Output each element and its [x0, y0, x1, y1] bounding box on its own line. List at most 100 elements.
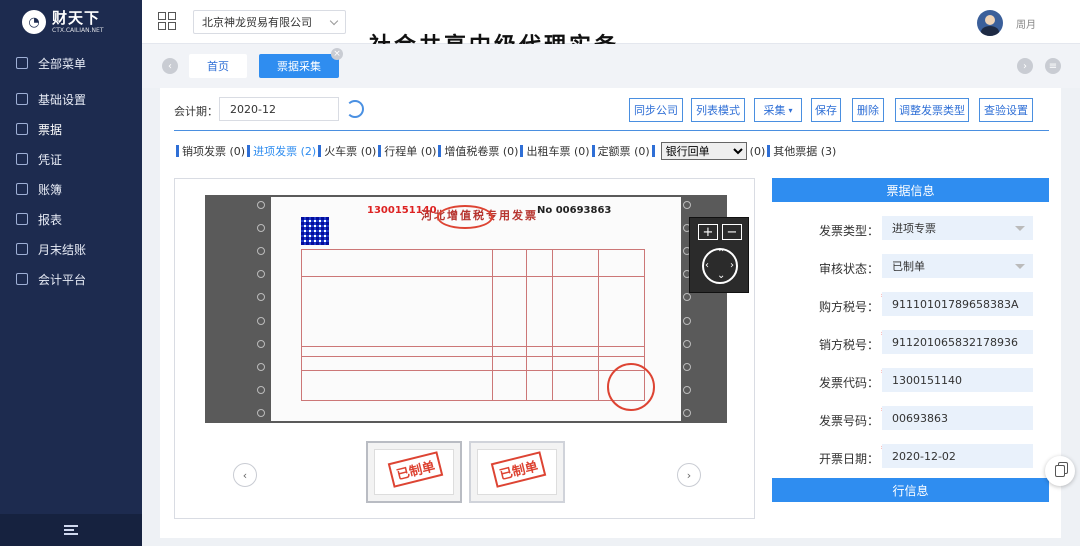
list-mode-button[interactable]: 列表模式: [691, 98, 745, 122]
issue-date-input[interactable]: 2020-12-02: [882, 444, 1033, 468]
type-count: (2): [300, 144, 317, 158]
sidebar-item-label: 月末结账: [38, 242, 87, 257]
invoice-number: No 00693863: [537, 205, 612, 216]
thumbnail-2[interactable]: 已制单: [469, 441, 565, 503]
field-label: 开票日期：*: [819, 444, 886, 467]
bill-info-panel: 票据信息 发票类型： 进项专票 审核状态： 已制单 购方税号：* 9111010…: [772, 178, 1049, 502]
sidebar-item-voucher[interactable]: 凭证: [0, 144, 142, 174]
tabs-scroll-right-button[interactable]: ›: [1017, 58, 1033, 74]
type-count: (0): [229, 144, 246, 158]
invoice-code-input[interactable]: 1300151140: [882, 368, 1033, 392]
sidebar-item-all-menu[interactable]: 全部菜单: [0, 48, 142, 78]
sidebar: ◔ 财天下 CTX.CAILIAN.NET 全部菜单 基础设置 票据 凭证 账簿…: [0, 0, 142, 546]
menu-collapse-icon: [64, 525, 78, 535]
bill-image-viewer: 1300151140 河北增值税专用发票 No 00693863 + − ⌃ ‹…: [174, 178, 755, 519]
audit-status-select[interactable]: 已制单: [882, 254, 1033, 278]
zoom-controls: + − ⌃ ‹ › ⌄: [689, 217, 749, 293]
bill-icon: [16, 123, 28, 135]
qr-code: [301, 217, 329, 245]
field-invoice-type: 发票类型： 进项专票: [772, 216, 1049, 242]
type-train-ticket[interactable]: 火车票: [324, 143, 357, 159]
close-tab-icon[interactable]: ×: [331, 48, 343, 60]
logo: ◔ 财天下 CTX.CAILIAN.NET: [0, 0, 142, 44]
refresh-icon[interactable]: [346, 100, 364, 118]
brand-sub: CTX.CAILIAN.NET: [52, 26, 104, 34]
type-taxi-ticket[interactable]: 出租车票: [526, 143, 570, 159]
delete-button[interactable]: 删除: [852, 98, 884, 122]
collect-label: 采集: [763, 104, 786, 117]
dropdown-icon: [1015, 264, 1025, 269]
app-grid-icon[interactable]: [158, 12, 176, 30]
tab-bill-collection[interactable]: 票据采集: [259, 54, 339, 78]
settings-icon: [16, 93, 28, 105]
type-itinerary[interactable]: 行程单: [384, 143, 417, 159]
seller-seal: [607, 363, 655, 411]
invoice-image[interactable]: 1300151140 河北增值税专用发票 No 00693863 + − ⌃ ‹…: [205, 195, 749, 423]
tab-home[interactable]: 首页: [189, 54, 247, 78]
caret-down-icon: ▾: [788, 105, 793, 115]
invoice-type-select[interactable]: 进项专票: [882, 216, 1033, 240]
field-invoice-code: 发票代码：* 1300151140: [772, 368, 1049, 394]
dropdown-icon: [1015, 226, 1025, 231]
type-count: (0): [360, 144, 377, 158]
collapse-sidebar-button[interactable]: [0, 514, 142, 546]
invoice-number-input[interactable]: 00693863: [882, 406, 1033, 430]
buyer-tax-id-input[interactable]: 91110101789658383A: [882, 292, 1033, 316]
sidebar-item-month-end[interactable]: 月末结账: [0, 234, 142, 264]
company-select[interactable]: 北京神龙贸易有限公司: [193, 10, 346, 34]
tabbar: ‹ 首页 票据采集 × › ≡: [142, 44, 1080, 88]
type-count: (0): [749, 144, 766, 158]
thumbnail-1[interactable]: 已制单: [366, 441, 462, 503]
tabs-scroll-left-button[interactable]: ‹: [162, 58, 178, 74]
document-icon: [16, 273, 28, 285]
copy-float-button[interactable]: [1045, 456, 1075, 486]
avatar[interactable]: [977, 10, 1003, 36]
type-purchase-invoice[interactable]: 进项发票: [253, 143, 297, 159]
prev-image-button[interactable]: ‹: [233, 463, 257, 487]
sidebar-item-reports[interactable]: 报表: [0, 204, 142, 234]
verify-settings-button[interactable]: 查验设置: [979, 98, 1033, 122]
user-name[interactable]: 周月: [1016, 16, 1036, 31]
next-image-button[interactable]: ›: [677, 463, 701, 487]
type-sales-invoice[interactable]: 销项发票: [182, 143, 226, 159]
zoom-out-button[interactable]: −: [722, 224, 742, 240]
type-vat-roll-ticket[interactable]: 增值税卷票: [444, 143, 499, 159]
field-value: 进项专票: [892, 222, 936, 235]
chart-icon: [16, 213, 28, 225]
sync-company-button[interactable]: 同步公司: [629, 98, 683, 122]
brand-name: 财天下: [52, 8, 101, 27]
field-label: 销方税号：*: [819, 330, 886, 353]
sidebar-item-settings[interactable]: 基础设置: [0, 84, 142, 114]
sidebar-item-label: 凭证: [38, 152, 63, 167]
period-input[interactable]: 2020-12: [219, 97, 339, 121]
type-other-bills[interactable]: 其他票据: [773, 143, 817, 159]
field-label: 审核状态：: [818, 262, 879, 276]
type-count: (0): [502, 144, 519, 158]
type-fixed-amount-ticket[interactable]: 定额票: [598, 143, 631, 159]
type-count: (0): [420, 144, 437, 158]
tabs-menu-button[interactable]: ≡: [1045, 58, 1061, 74]
zoom-in-button[interactable]: +: [698, 224, 718, 240]
field-invoice-number: 发票号码：* 00693863: [772, 406, 1049, 432]
type-bank-receipt-select[interactable]: 银行回单: [660, 142, 747, 160]
seller-tax-id-input[interactable]: 911201065832178936: [882, 330, 1033, 354]
field-label: 发票类型：: [818, 224, 879, 238]
invoice-seal: [437, 205, 493, 229]
sidebar-item-ledger[interactable]: 账簿: [0, 174, 142, 204]
adjust-invoice-type-button[interactable]: 调整发票类型: [895, 98, 969, 122]
divider: [174, 130, 1049, 131]
save-button[interactable]: 保存: [811, 98, 841, 122]
invoice-paper: 1300151140 河北增值税专用发票 No 00693863: [257, 197, 691, 421]
collect-button[interactable]: 采集 ▾: [754, 98, 802, 122]
field-buyer-tax-id: 购方税号：* 91110101789658383A: [772, 292, 1049, 318]
pan-control[interactable]: ⌃ ‹ › ⌄: [702, 248, 738, 284]
field-seller-tax-id: 销方税号：* 911201065832178936: [772, 330, 1049, 356]
ledger-icon: [16, 183, 28, 195]
sidebar-item-accounting-platform[interactable]: 会计平台: [0, 264, 142, 294]
company-name: 北京神龙贸易有限公司: [202, 16, 312, 29]
sidebar-item-bills[interactable]: 票据: [0, 114, 142, 144]
type-count: (0): [634, 144, 650, 158]
logo-icon: ◔: [22, 10, 46, 34]
field-issue-date: 开票日期：* 2020-12-02: [772, 444, 1049, 470]
sidebar-item-label: 基础设置: [38, 92, 87, 107]
